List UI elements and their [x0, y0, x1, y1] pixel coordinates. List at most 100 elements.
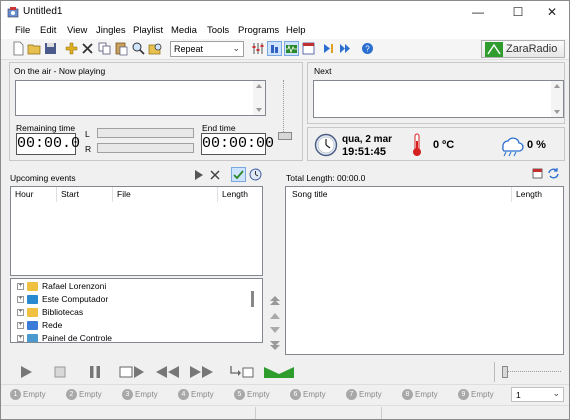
now-playing-box: [15, 80, 266, 116]
play-next-icon[interactable]: [321, 41, 336, 56]
menu-jingles[interactable]: Jingles: [96, 25, 126, 36]
toolbar: Repeat ⌄ ? ZaraRadio: [1, 39, 569, 60]
total-length-label: Total Length: 00:00.0: [286, 173, 366, 183]
menu-playlist[interactable]: Playlist: [133, 25, 163, 36]
play-button[interactable]: [16, 363, 36, 381]
next-box: [313, 80, 564, 118]
position-slider[interactable]: [500, 363, 564, 381]
minimize-button[interactable]: —: [459, 1, 497, 23]
rewind-button[interactable]: [155, 363, 181, 381]
volume-slider[interactable]: [274, 80, 294, 146]
jingle-slot-9[interactable]: 9 Empty: [458, 388, 494, 401]
close-button[interactable]: ✕: [533, 1, 570, 23]
jingle-slot-8[interactable]: 8 Empty: [402, 388, 438, 401]
remaining-time-label: Remaining time: [16, 123, 76, 133]
events-col-start[interactable]: Start: [57, 187, 113, 202]
next-label: Next: [314, 66, 332, 76]
level-right-label: R: [85, 144, 92, 154]
upcoming-events-label: Upcoming events: [10, 173, 76, 183]
tree-item-network[interactable]: + Rede: [17, 319, 62, 332]
equalizer-icon[interactable]: [251, 41, 266, 56]
save-icon[interactable]: [43, 41, 58, 56]
separator: [494, 362, 495, 382]
window-title: Untitled1: [23, 6, 63, 17]
jingle-page-select[interactable]: 1 ⌄: [511, 387, 564, 402]
clock-icon: [314, 133, 338, 157]
menu-edit[interactable]: Edit: [40, 25, 56, 36]
temperature-display: 0 ºC: [433, 139, 455, 151]
copy-icon[interactable]: [97, 41, 112, 56]
crossfade-button[interactable]: [263, 363, 295, 381]
pause-button[interactable]: [86, 363, 104, 381]
jingle-slot-2[interactable]: 2 Empty: [66, 388, 102, 401]
menu-file[interactable]: File: [15, 25, 30, 36]
maximize-button[interactable]: ☐: [499, 1, 537, 23]
mode-select[interactable]: Repeat ⌄: [170, 41, 244, 57]
now-playing-scrollbar[interactable]: [253, 81, 265, 115]
file-tree: + Rafael Lorenzoni + Este Computador + Bibl…: [10, 278, 263, 343]
menu-programs[interactable]: Programs: [238, 25, 279, 36]
move-up-icon[interactable]: [269, 312, 281, 320]
level-meter-left: [97, 128, 194, 138]
playlist-refresh-icon[interactable]: [547, 167, 560, 180]
loop-button[interactable]: [229, 363, 255, 381]
end-time-label: End time: [202, 123, 236, 133]
tree-item-user[interactable]: + Rafael Lorenzoni: [17, 280, 106, 293]
events-play-icon[interactable]: [193, 169, 205, 181]
delete-icon[interactable]: [80, 41, 95, 56]
menu-media[interactable]: Media: [171, 25, 197, 36]
move-bottom-icon[interactable]: [269, 341, 281, 351]
weather-cloud-icon: [498, 135, 524, 157]
tree-item-libraries[interactable]: + Bibliotecas: [17, 306, 83, 319]
add-icon[interactable]: [64, 41, 79, 56]
level-meter-right: [97, 143, 194, 153]
events-col-hour[interactable]: Hour: [11, 187, 57, 202]
fast-forward-button[interactable]: [189, 363, 215, 381]
schedule-icon[interactable]: [301, 41, 316, 56]
mixer-icon[interactable]: [267, 41, 282, 56]
chevron-down-icon: ⌄: [232, 43, 240, 53]
jingle-slot-4[interactable]: 4 Empty: [178, 388, 214, 401]
tree-item-computer[interactable]: + Este Computador: [17, 293, 108, 306]
waveform-icon[interactable]: [284, 41, 299, 56]
playlist-col-length[interactable]: Length: [512, 187, 563, 202]
find-replace-icon[interactable]: [148, 41, 163, 56]
jingle-slot-5[interactable]: 5 Empty: [234, 388, 270, 401]
help-icon[interactable]: ?: [360, 41, 375, 56]
menu-view[interactable]: View: [67, 25, 87, 36]
events-col-file[interactable]: File: [113, 187, 218, 202]
next-track-button[interactable]: [119, 363, 147, 381]
end-time-display: 00:00:00: [201, 133, 274, 155]
skip-icon[interactable]: [338, 41, 353, 56]
playlist-save-icon[interactable]: [532, 167, 545, 180]
playlist-col-title[interactable]: Song title: [286, 187, 512, 202]
new-file-icon[interactable]: [11, 41, 26, 56]
jingle-slot-7[interactable]: 7 Empty: [346, 388, 382, 401]
events-remove-icon[interactable]: [209, 169, 221, 181]
app-icon: [7, 6, 19, 18]
events-col-length[interactable]: Length: [218, 187, 262, 202]
thermometer-icon: [411, 133, 423, 157]
open-folder-icon[interactable]: [27, 41, 42, 56]
events-check-icon[interactable]: [231, 167, 246, 182]
move-down-icon[interactable]: [269, 326, 281, 334]
search-icon[interactable]: [131, 41, 146, 56]
next-scrollbar[interactable]: [551, 81, 563, 117]
move-top-icon[interactable]: [269, 296, 281, 306]
date-display: qua, 2 mar: [342, 134, 393, 145]
jingle-slot-3[interactable]: 3 Empty: [122, 388, 158, 401]
events-table: Hour Start File Length: [10, 186, 263, 276]
stop-button[interactable]: [51, 363, 69, 381]
events-clock-icon[interactable]: [249, 168, 262, 181]
paste-icon[interactable]: [114, 41, 129, 56]
menu-tools[interactable]: Tools: [207, 25, 229, 36]
menu-help[interactable]: Help: [286, 25, 306, 36]
remaining-time-display: 00:00.0: [16, 133, 80, 155]
tree-scrollbar[interactable]: [251, 291, 254, 307]
app-window: Untitled1 — ☐ ✕ File Edit View Jingles P…: [0, 0, 570, 420]
tree-item-control-panel[interactable]: + Painel de Controle: [17, 332, 112, 342]
jingle-slot-1[interactable]: 1 Empty: [10, 388, 46, 401]
level-left-label: L: [85, 129, 90, 139]
jingle-slot-6[interactable]: 6 Empty: [290, 388, 326, 401]
jingle-page-value: 1: [516, 390, 521, 400]
